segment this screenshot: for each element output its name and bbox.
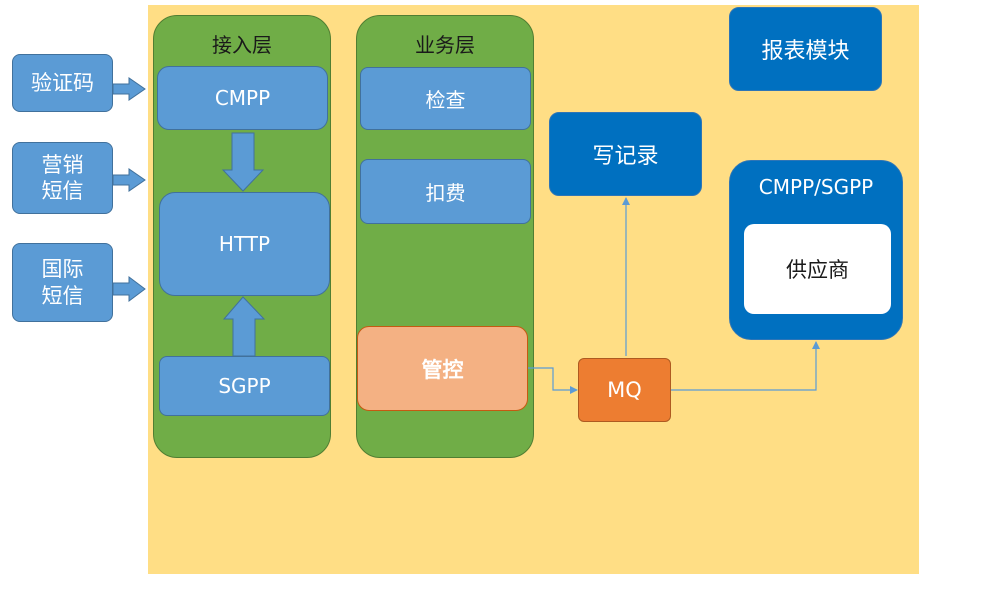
sgpp-to-http-arrow	[222, 296, 266, 357]
connectors-layer	[112, 77, 820, 394]
input-arrow-2	[112, 168, 146, 192]
mq-to-supplier-connector	[671, 341, 820, 391]
control-to-mq-connector	[528, 367, 578, 394]
input-arrow-3	[112, 276, 146, 302]
cmpp-to-http-arrow	[221, 132, 265, 192]
input-arrow-1	[112, 77, 146, 101]
